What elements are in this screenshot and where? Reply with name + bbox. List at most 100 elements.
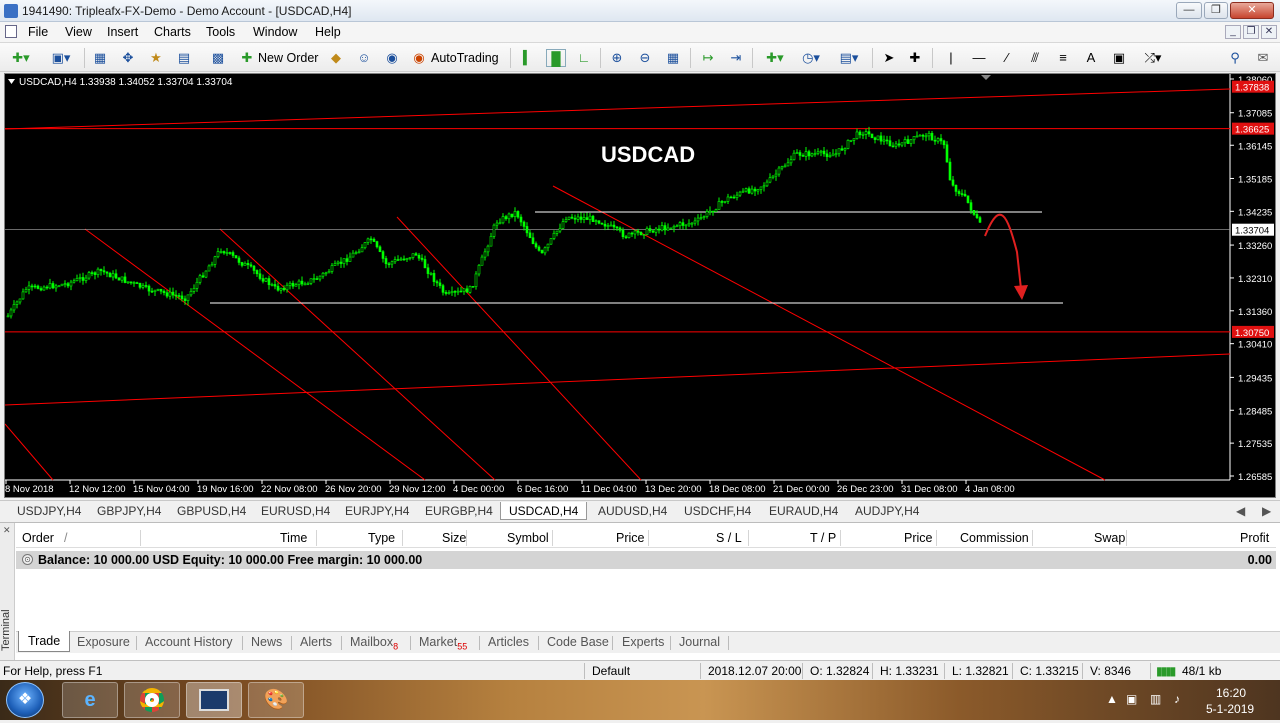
tab-account-history[interactable]: Account History bbox=[145, 635, 233, 649]
col-commission[interactable]: Commission bbox=[960, 531, 1029, 545]
symbol-tab-eurusd[interactable]: EURUSD,H4 bbox=[261, 502, 330, 520]
col-symbol[interactable]: Symbol bbox=[507, 531, 549, 545]
new-order-icon[interactable]: ✚ bbox=[238, 49, 256, 67]
menu-help[interactable]: Help bbox=[315, 25, 341, 39]
trendline-icon[interactable]: ∕ bbox=[998, 49, 1016, 67]
windows-start-icon[interactable]: ❖ bbox=[6, 682, 44, 718]
tray-device-icon[interactable]: ▣ bbox=[1126, 692, 1137, 706]
zoom-in-icon[interactable]: ⊕ bbox=[607, 49, 627, 67]
tab-code-base[interactable]: Code Base bbox=[547, 635, 609, 649]
menu-tools[interactable]: Tools bbox=[206, 25, 235, 39]
crosshair-icon[interactable]: ✚ bbox=[906, 49, 924, 67]
new-order-button[interactable]: New Order bbox=[258, 49, 318, 67]
symbol-tab-audjpy[interactable]: AUDJPY,H4 bbox=[855, 502, 919, 520]
tab-journal[interactable]: Journal bbox=[679, 635, 720, 649]
menu-file[interactable]: File bbox=[28, 25, 48, 39]
symbol-tab-eurjpy[interactable]: EURJPY,H4 bbox=[345, 502, 409, 520]
mdi-minimize-button[interactable]: _ bbox=[1225, 25, 1241, 39]
col-swap[interactable]: Swap bbox=[1094, 531, 1125, 545]
menu-view[interactable]: View bbox=[65, 25, 92, 39]
internet-explorer-icon[interactable]: e bbox=[62, 682, 118, 718]
tab-market[interactable]: Market55 bbox=[419, 635, 467, 652]
balance-row[interactable]: ⊙ Balance: 10 000.00 USD Equity: 10 000.… bbox=[16, 551, 1276, 569]
indicators-icon[interactable]: ✚▾ bbox=[760, 49, 790, 67]
cursor-icon[interactable]: ➤ bbox=[880, 49, 898, 67]
tab-articles[interactable]: Articles bbox=[488, 635, 529, 649]
minimize-button[interactable]: — bbox=[1176, 2, 1202, 19]
symbol-tab-usdjpy[interactable]: USDJPY,H4 bbox=[17, 502, 81, 520]
periods-icon[interactable]: ◷▾ bbox=[796, 49, 826, 67]
arrows-icon[interactable]: ⤮▾ bbox=[1138, 49, 1168, 67]
equidistant-channel-icon[interactable]: ⫻ bbox=[1026, 49, 1044, 67]
col-type[interactable]: Type bbox=[368, 531, 395, 545]
text-tool-icon[interactable]: A bbox=[1082, 49, 1100, 67]
mdi-restore-button[interactable]: ❐ bbox=[1243, 25, 1259, 39]
bar-chart-icon[interactable]: ▍ bbox=[518, 49, 538, 67]
col-time[interactable]: Time bbox=[280, 531, 307, 545]
status-profile[interactable]: Default bbox=[592, 664, 630, 678]
text-label-icon[interactable]: ▣ bbox=[1110, 49, 1128, 67]
candlestick-chart-icon[interactable]: █ bbox=[546, 49, 566, 67]
symbol-tab-euraud[interactable]: EURAUD,H4 bbox=[769, 502, 838, 520]
tab-mailbox[interactable]: Mailbox8 bbox=[350, 635, 398, 652]
autotrading-button[interactable]: AutoTrading bbox=[431, 49, 499, 67]
horizontal-line-icon[interactable]: — bbox=[970, 49, 988, 67]
menu-insert[interactable]: Insert bbox=[107, 25, 138, 39]
symbol-tab-usdchf[interactable]: USDCHF,H4 bbox=[684, 502, 751, 520]
templates-icon[interactable]: ▤▾ bbox=[834, 49, 864, 67]
zoom-out-icon[interactable]: ⊖ bbox=[635, 49, 655, 67]
new-chart-icon[interactable]: ✚▾ bbox=[8, 49, 34, 67]
col-size[interactable]: Size bbox=[442, 531, 466, 545]
tab-exposure[interactable]: Exposure bbox=[77, 635, 130, 649]
tabs-scroll-right-icon[interactable]: ▶ bbox=[1262, 502, 1271, 520]
tray-expand-icon[interactable]: ▲ bbox=[1106, 692, 1118, 706]
tab-experts[interactable]: Experts bbox=[622, 635, 664, 649]
col-sl[interactable]: S / L bbox=[716, 531, 742, 545]
tab-alerts[interactable]: Alerts bbox=[300, 635, 332, 649]
terminal-close-icon[interactable]: ✕ bbox=[3, 525, 11, 536]
tabs-scroll-left-icon[interactable]: ◀ bbox=[1236, 502, 1245, 520]
chat-icon[interactable]: ✉ bbox=[1254, 49, 1272, 67]
symbol-tab-gbpusd[interactable]: GBPUSD,H4 bbox=[177, 502, 246, 520]
navigator-icon[interactable]: ✥ bbox=[118, 49, 138, 67]
data-window-icon[interactable]: ★ bbox=[146, 49, 166, 67]
symbol-tab-usdcad[interactable]: USDCAD,H4 bbox=[500, 502, 588, 520]
close-button[interactable]: ✕ bbox=[1230, 2, 1274, 19]
tile-windows-icon[interactable]: ▦ bbox=[663, 49, 683, 67]
price-chart[interactable]: USDCAD,H4 1.33938 1.34052 1.33704 1.3370… bbox=[5, 74, 1275, 497]
paint-icon[interactable]: 🎨 bbox=[248, 682, 304, 718]
maximize-button[interactable]: ❐ bbox=[1204, 2, 1228, 19]
market-watch-icon[interactable]: ▦ bbox=[90, 49, 110, 67]
chart-shift-icon[interactable]: ⇥ bbox=[726, 49, 746, 67]
tab-news[interactable]: News bbox=[251, 635, 282, 649]
chrome-icon[interactable] bbox=[124, 682, 180, 718]
col-profit[interactable]: Profit bbox=[1240, 531, 1269, 545]
terminal-icon[interactable]: ▤ bbox=[174, 49, 194, 67]
signals-icon[interactable]: ☺ bbox=[354, 49, 374, 67]
tray-volume-icon[interactable]: ♪ bbox=[1174, 692, 1180, 706]
vps-icon[interactable]: ◉ bbox=[382, 49, 402, 67]
symbol-tab-eurgbp[interactable]: EURGBP,H4 bbox=[425, 502, 493, 520]
tab-trade[interactable]: Trade bbox=[18, 631, 71, 652]
fibonacci-icon[interactable]: ≡ bbox=[1054, 49, 1072, 67]
menu-window[interactable]: Window bbox=[253, 25, 297, 39]
auto-scroll-icon[interactable]: ↦ bbox=[698, 49, 718, 67]
chart-window[interactable]: USDCAD,H4 1.33938 1.34052 1.33704 1.3370… bbox=[4, 73, 1276, 498]
vertical-line-icon[interactable]: | bbox=[942, 49, 960, 67]
menu-charts[interactable]: Charts bbox=[154, 25, 191, 39]
metaeditor-icon[interactable]: ◆ bbox=[326, 49, 346, 67]
tray-network-icon[interactable]: ▥ bbox=[1150, 692, 1161, 706]
col-price-current[interactable]: Price bbox=[904, 531, 932, 545]
col-tp[interactable]: T / P bbox=[810, 531, 836, 545]
symbol-tab-gbpjpy[interactable]: GBPJPY,H4 bbox=[97, 502, 161, 520]
col-order[interactable]: Order bbox=[22, 531, 54, 545]
search-icon[interactable]: ⚲ bbox=[1226, 49, 1244, 67]
autotrading-icon[interactable]: ◉ bbox=[410, 49, 428, 67]
mdi-close-button[interactable]: ✕ bbox=[1261, 25, 1277, 39]
col-price[interactable]: Price bbox=[616, 531, 644, 545]
line-chart-icon[interactable]: ∟ bbox=[574, 49, 594, 67]
metatrader-icon[interactable] bbox=[186, 682, 242, 718]
symbol-tab-audusd[interactable]: AUDUSD,H4 bbox=[598, 502, 667, 520]
profiles-icon[interactable]: ▣▾ bbox=[46, 49, 76, 67]
strategy-tester-icon[interactable]: ▩ bbox=[208, 49, 228, 67]
